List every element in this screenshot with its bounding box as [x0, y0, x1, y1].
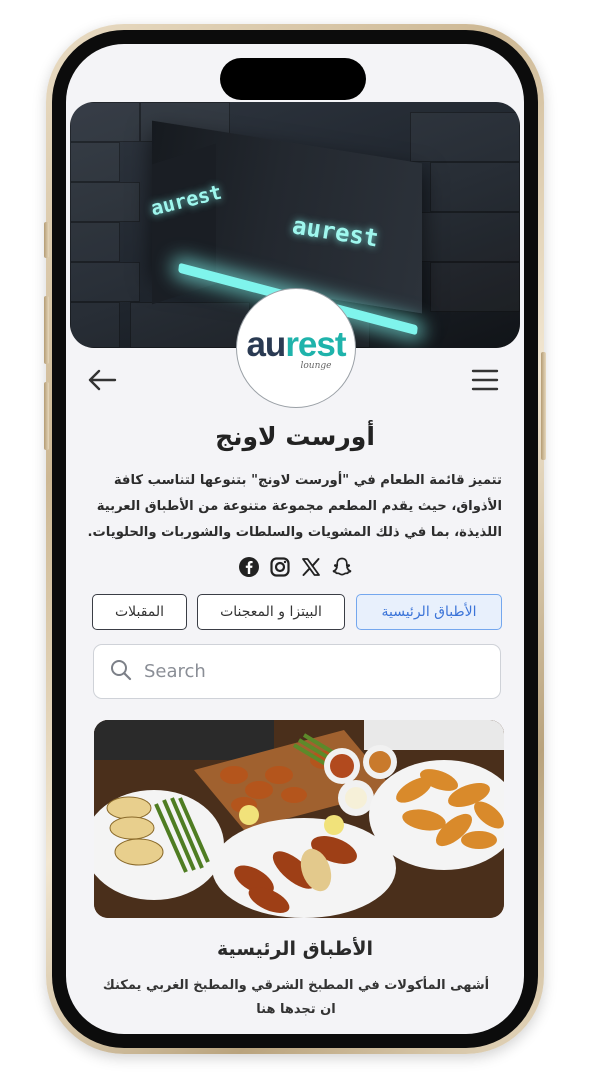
phone-volume-up-button [44, 296, 49, 364]
tab-appetizers[interactable]: المقبلات [92, 594, 187, 630]
sign-side [152, 143, 216, 305]
section-description: أشهى المأكولات في المطبخ الشرقي والمطبخ … [102, 978, 490, 1017]
x-icon[interactable] [300, 556, 322, 578]
phone-volume-down-button [44, 382, 49, 450]
search-box [93, 644, 501, 699]
phone-power-button [541, 352, 546, 460]
tab-main-dishes[interactable]: الأطباق الرئيسية [356, 594, 502, 630]
tab-pizza-pastries[interactable]: البيتزا و المعجنات [197, 594, 345, 630]
phone-side-button [44, 222, 49, 258]
restaurant-description: تتميز قائمة الطعام في "أورست لاونج" بتنو… [87, 473, 502, 540]
arrow-left-icon[interactable] [86, 366, 118, 394]
category-tabs: الأطباق الرئيسية البيتزا و المعجنات المق… [92, 594, 502, 632]
phone-screen: aurest aurest aurest lounge أورست لاونج … [66, 44, 524, 1034]
social-links [66, 556, 524, 578]
instagram-icon[interactable] [269, 556, 291, 578]
search-input[interactable] [144, 661, 474, 682]
dynamic-island [220, 58, 366, 100]
logo-au-text: au [246, 325, 286, 364]
snapchat-icon[interactable] [331, 556, 353, 578]
restaurant-name: أورست لاونج [215, 422, 375, 451]
restaurant-logo: aurest lounge [236, 288, 356, 408]
section-title: الأطباق الرئيسية [216, 938, 374, 960]
logo-rest-text: rest [285, 325, 346, 364]
search-icon [110, 659, 132, 685]
facebook-icon[interactable] [238, 556, 260, 578]
logo-subtext: lounge [300, 361, 332, 371]
category-image [94, 720, 504, 918]
hamburger-menu-icon[interactable] [470, 366, 500, 394]
logo-wordmark: aurest [246, 325, 346, 365]
